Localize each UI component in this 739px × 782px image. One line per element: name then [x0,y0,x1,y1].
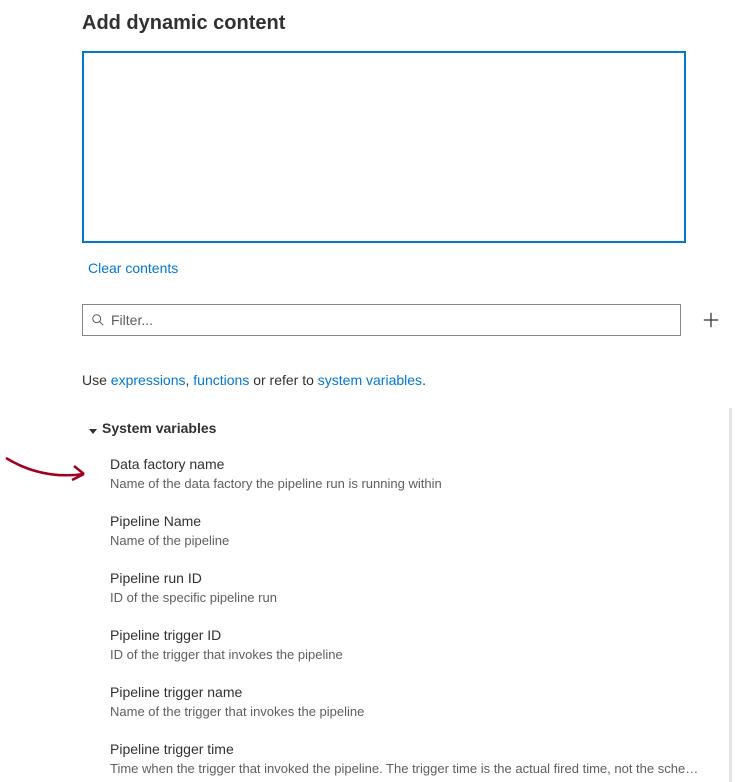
help-text: Use expressions, functions or refer to s… [82,372,721,388]
list-item[interactable]: Pipeline trigger name Name of the trigge… [110,684,721,719]
section-label: System variables [102,420,216,436]
panel-title: Add dynamic content [82,12,721,35]
filter-input[interactable] [111,312,672,328]
expression-input[interactable] [82,51,686,243]
filter-box[interactable] [82,304,681,336]
list-item[interactable]: Pipeline Name Name of the pipeline [110,513,721,548]
variable-name: Pipeline trigger ID [110,627,721,643]
variable-name: Pipeline run ID [110,570,721,586]
variable-desc: Time when the trigger that invoked the p… [110,761,700,776]
variable-list: Data factory name Name of the data facto… [110,456,721,776]
list-item[interactable]: Pipeline trigger ID ID of the trigger th… [110,627,721,662]
variable-desc: ID of the specific pipeline run [110,590,700,605]
list-item[interactable]: Pipeline trigger time Time when the trig… [110,741,721,776]
variable-desc: ID of the trigger that invokes the pipel… [110,647,700,662]
section-header-system-variables[interactable]: System variables [88,420,721,436]
clear-contents-link[interactable]: Clear contents [88,260,178,276]
expressions-link[interactable]: expressions [111,372,186,388]
plus-icon [702,311,720,329]
variable-name: Data factory name [110,456,721,472]
list-item[interactable]: Data factory name Name of the data facto… [110,456,721,491]
variable-desc: Name of the trigger that invokes the pip… [110,704,700,719]
chevron-down-icon [88,423,98,433]
variable-desc: Name of the pipeline [110,533,700,548]
list-item[interactable]: Pipeline run ID ID of the specific pipel… [110,570,721,605]
variable-name: Pipeline Name [110,513,721,529]
variable-name: Pipeline trigger time [110,741,721,757]
variable-name: Pipeline trigger name [110,684,721,700]
scrollbar-track [729,408,732,782]
variable-desc: Name of the data factory the pipeline ru… [110,476,700,491]
add-button[interactable] [701,310,721,330]
functions-link[interactable]: functions [193,372,249,388]
search-icon [91,313,105,327]
system-variables-link[interactable]: system variables [318,372,422,388]
